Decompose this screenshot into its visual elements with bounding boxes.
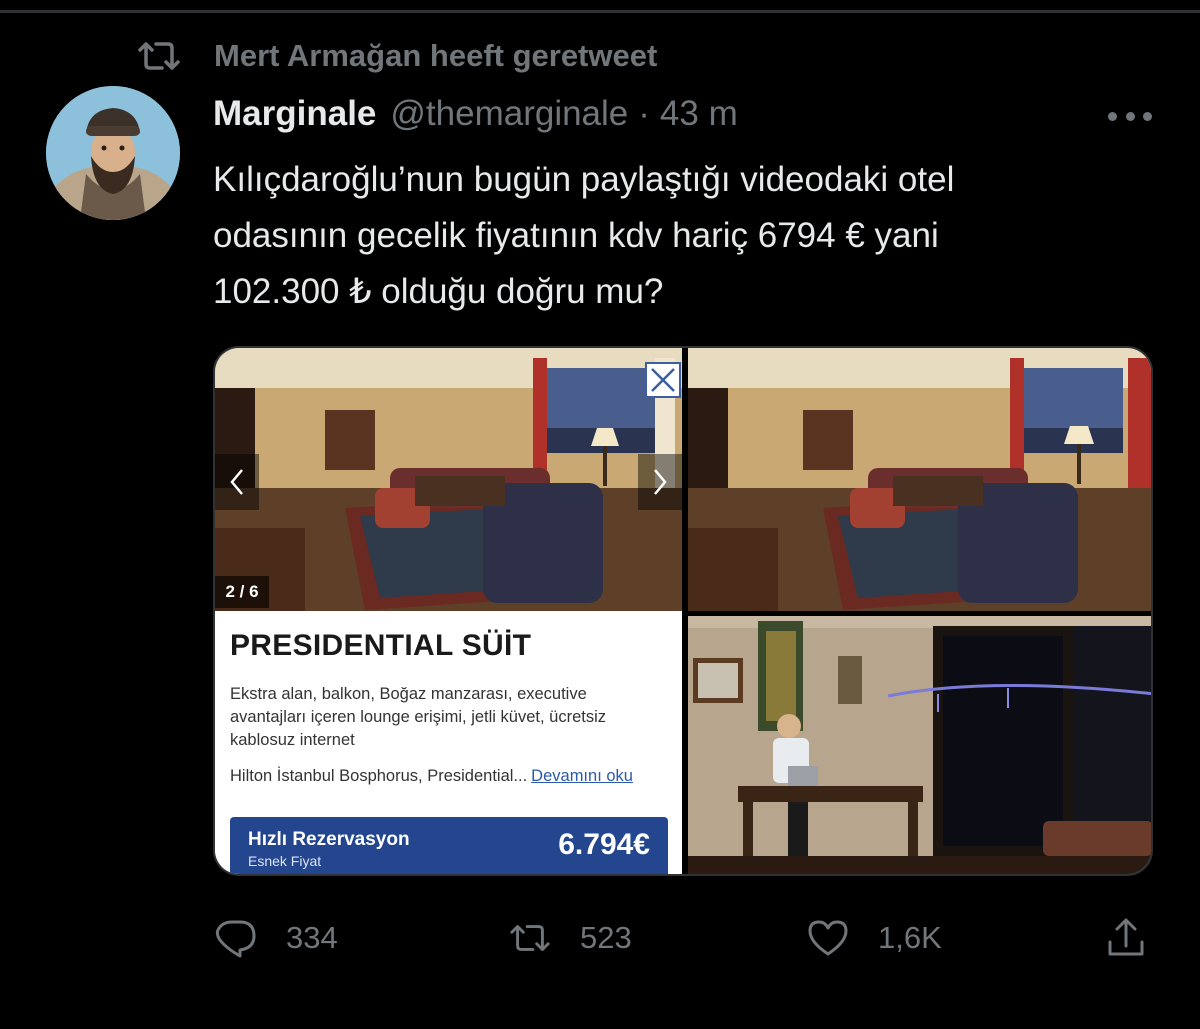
media-image-suite[interactable]	[688, 348, 1151, 611]
heart-icon	[808, 920, 848, 956]
separator-dot: ·	[638, 94, 650, 133]
retweet-button[interactable]: 523	[508, 906, 632, 970]
author-line: Marginale @themarginale · 43 m	[213, 94, 738, 138]
next-image-button[interactable]	[638, 454, 682, 510]
tweet-text-line: Kılıçdaroğlu’nun bugün paylaştığı videod…	[213, 160, 955, 199]
suite-description: Ekstra alan, balkon, Boğaz manzarası, ex…	[230, 685, 606, 749]
share-button[interactable]	[1104, 906, 1148, 970]
tweet-text: Kılıçdaroğlu’nun bugün paylaştığı videod…	[213, 152, 1153, 320]
retweet-header-text[interactable]: Mert Armağan heeft geretweet	[214, 36, 657, 76]
booking-subtitle: Esnek Fiyat	[248, 853, 322, 869]
top-divider	[0, 10, 1200, 13]
previous-image-button[interactable]	[215, 454, 259, 510]
suite-info-card: PRESIDENTIAL SÜİT Ekstra alan, balkon, B…	[215, 611, 682, 874]
suite-location: Hilton İstanbul Bosphorus, Presidential.…	[230, 767, 633, 786]
retweet-header	[136, 36, 182, 76]
image-counter: 2 / 6	[215, 576, 269, 608]
suite-photo	[215, 348, 682, 611]
reply-count: 334	[286, 920, 338, 955]
media-image-video-still[interactable]	[688, 616, 1151, 874]
reply-button[interactable]: 334	[214, 906, 338, 970]
suite-title: PRESIDENTIAL SÜİT	[230, 629, 532, 662]
like-count: 1,6K	[878, 920, 942, 955]
booking-title: Hızlı Rezervasyon	[248, 829, 410, 850]
chevron-right-icon	[654, 469, 667, 495]
like-button[interactable]: 1,6K	[806, 906, 942, 970]
booking-price: 6.794€	[558, 828, 650, 861]
quick-booking-bar[interactable]: Hızlı Rezervasyon Esnek Fiyat 6.794€	[230, 817, 668, 874]
share-icon	[1108, 918, 1144, 956]
author-name[interactable]: Marginale	[213, 94, 376, 134]
close-button[interactable]	[645, 362, 681, 398]
media-image-hotel-card[interactable]: 2 / 6 PRESIDENTIAL SÜİT Ekstra alan, bal…	[215, 348, 682, 874]
reply-icon	[215, 920, 256, 958]
media-grid: 2 / 6 PRESIDENTIAL SÜİT Ekstra alan, bal…	[213, 346, 1153, 876]
suite-location-text: Hilton İstanbul Bosphorus, Presidential.…	[230, 767, 528, 785]
tweet-text-line: odasının gecelik fiyatının kdv hariç 679…	[213, 216, 939, 255]
author-handle[interactable]: @themarginale	[390, 94, 628, 134]
retweet-icon	[510, 925, 550, 951]
retweet-count: 523	[580, 920, 632, 955]
retweet-icon	[138, 42, 180, 70]
tweet-actions: 334 523 1,6K	[0, 906, 1200, 970]
close-icon	[651, 368, 675, 392]
tweet-text-line: 102.300 ₺ olduğu doğru mu?	[213, 272, 664, 311]
avatar[interactable]	[46, 86, 180, 220]
more-options-icon[interactable]	[1108, 98, 1152, 134]
read-more-link[interactable]: Devamını oku	[531, 767, 633, 785]
chevron-left-icon	[230, 469, 243, 495]
tweet-timestamp[interactable]: 43 m	[660, 94, 738, 134]
